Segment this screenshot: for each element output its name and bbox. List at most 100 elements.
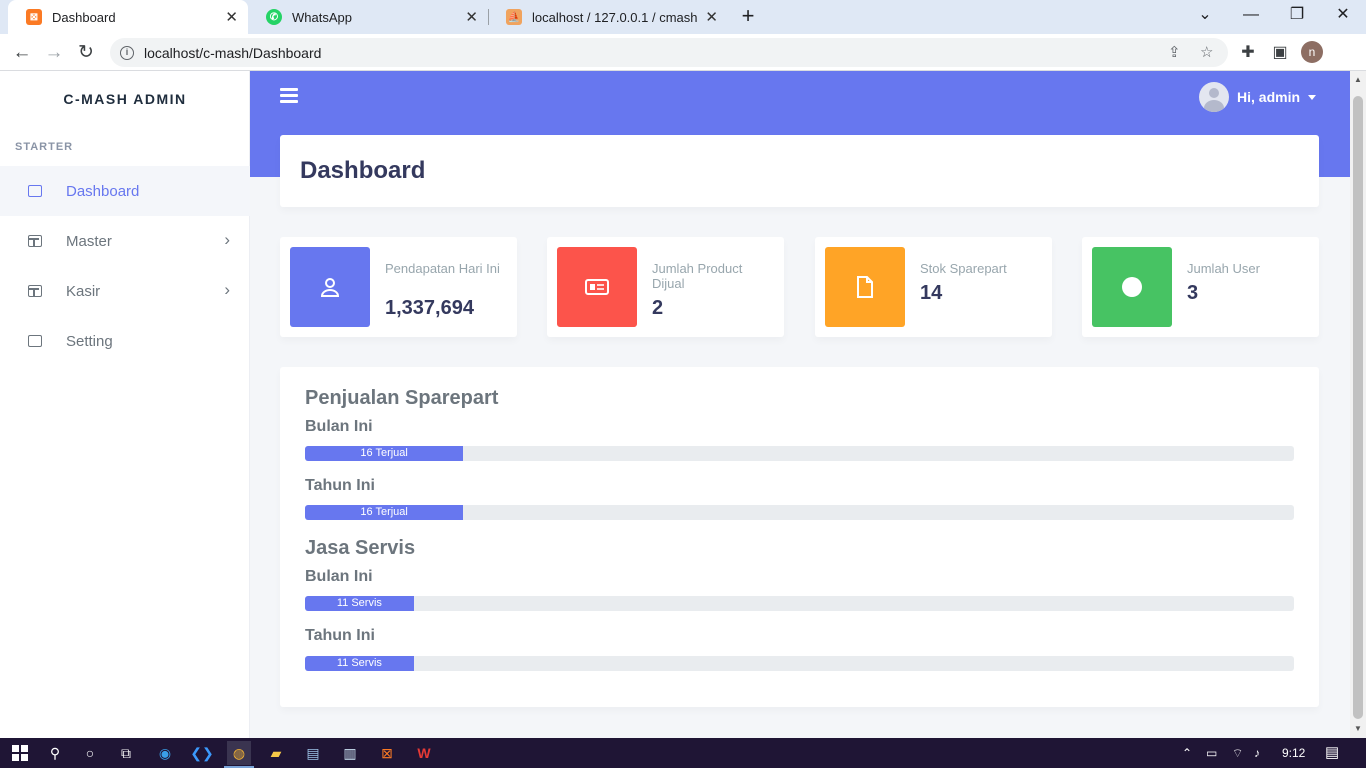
chevron-right-icon: ›: [224, 230, 230, 249]
file-explorer-icon[interactable]: ▰: [264, 741, 288, 765]
progress-bar: 11 Servis: [305, 596, 1294, 611]
sidebar: C-MASH ADMIN STARTER Dashboard Master › …: [0, 71, 250, 738]
tab-title: WhatsApp: [292, 9, 352, 25]
tab-whatsapp[interactable]: ✆ WhatsApp ✕: [248, 0, 488, 34]
stat-card-stok: Stok Sparepart 14: [815, 237, 1052, 337]
stat-icon-box: [290, 247, 370, 327]
tab-search-icon[interactable]: ⌄: [1182, 0, 1228, 34]
sidebar-item-label: Dashboard: [66, 182, 140, 200]
site-info-icon[interactable]: i: [120, 45, 134, 60]
url-text: localhost/c-mash/Dashboard: [144, 44, 322, 61]
forward-button[interactable]: →: [41, 40, 67, 66]
section-title: Jasa Servis: [305, 537, 416, 559]
period-label: Bulan Ini: [305, 568, 373, 585]
user-dropdown[interactable]: Hi, admin: [1199, 82, 1317, 112]
image-viewer-icon[interactable]: ▤: [301, 741, 325, 765]
stat-icon-box: [557, 247, 637, 327]
sales-card: Penjualan Sparepart Bulan Ini 16 Terjual…: [280, 367, 1319, 707]
cortana-icon[interactable]: ○: [78, 741, 102, 765]
browser-toolbar: ← → ↻ i localhost/c-mash/Dashboard ⇪ ☆ ✚…: [0, 34, 1366, 71]
chrome-icon[interactable]: ◍: [227, 741, 251, 765]
progress-fill: 11 Servis: [305, 656, 414, 671]
address-bar[interactable]: i localhost/c-mash/Dashboard ⇪ ☆: [110, 38, 1228, 67]
user-greeting: Hi, admin: [1237, 89, 1301, 105]
progress-fill: 16 Terjual: [305, 505, 464, 520]
reload-button[interactable]: ↻: [73, 40, 99, 66]
stat-icon-box: [825, 247, 905, 327]
back-button[interactable]: ←: [9, 40, 35, 66]
progress-bar: 16 Terjual: [305, 446, 1294, 461]
search-icon[interactable]: ⚲: [43, 741, 67, 765]
user-icon: [320, 278, 340, 297]
profile-avatar[interactable]: n: [1301, 41, 1323, 63]
scroll-up-icon[interactable]: ▲: [1350, 75, 1366, 84]
square-icon: [28, 185, 42, 197]
volume-icon[interactable]: ♪: [1254, 738, 1260, 768]
scroll-down-icon[interactable]: ▼: [1350, 724, 1366, 733]
brand-title[interactable]: C-MASH ADMIN: [0, 91, 250, 107]
browser-tab-bar: ⊠ Dashboard ✕ ✆ WhatsApp ✕ ⛵ localhost /…: [0, 0, 1366, 34]
page-title: Dashboard: [300, 157, 426, 184]
file-icon: [857, 276, 873, 298]
stat-value: 14: [920, 282, 943, 304]
minimize-button[interactable]: —: [1228, 0, 1274, 34]
stat-label: Jumlah User: [1187, 261, 1260, 276]
chevron-up-icon[interactable]: ⌃: [1182, 738, 1192, 768]
period-label: Tahun Ini: [305, 477, 375, 494]
bookmark-star-icon[interactable]: ☆: [1200, 38, 1213, 67]
close-window-button[interactable]: ✕: [1320, 0, 1366, 34]
sidebar-item-kasir[interactable]: Kasir ›: [0, 266, 250, 316]
phpmyadmin-icon: ⛵: [506, 9, 522, 25]
progress-fill: 16 Terjual: [305, 446, 464, 461]
xampp-icon[interactable]: ⊠: [375, 741, 399, 765]
tab-title: Dashboard: [52, 9, 116, 25]
menu-toggle-icon[interactable]: [280, 88, 298, 106]
tab-phpmyadmin[interactable]: ⛵ localhost / 127.0.0.1 / cmash_db ✕: [488, 0, 728, 34]
stat-card-product: Jumlah Product Dijual 2: [547, 237, 784, 337]
tab-dashboard[interactable]: ⊠ Dashboard ✕: [8, 0, 248, 34]
stat-value: 2: [652, 297, 664, 319]
close-icon[interactable]: ✕: [465, 8, 478, 26]
battery-icon[interactable]: ▭: [1206, 738, 1217, 768]
new-tab-button[interactable]: +: [736, 4, 760, 28]
columns-icon: [28, 285, 42, 297]
close-icon[interactable]: ✕: [705, 8, 718, 26]
windows-taskbar: ⚲ ○ ⧉ ◉ ❮❯ ◍ ▰ ▤ ▥ ⊠ W ⌃ ▭ ⌔ ♪ 9:12 ▤: [0, 738, 1366, 768]
caret-down-icon: [1308, 94, 1317, 100]
notepad-icon[interactable]: ▥: [338, 741, 362, 765]
sidebar-item-setting[interactable]: Setting: [0, 316, 250, 366]
restore-button[interactable]: ❐: [1274, 0, 1320, 34]
share-icon[interactable]: ⇪: [1168, 38, 1181, 67]
scrollbar-thumb[interactable]: [1353, 96, 1363, 719]
sidebar-item-label: Kasir: [66, 282, 101, 300]
sidebar-item-dashboard[interactable]: Dashboard: [0, 166, 250, 216]
vscode-icon[interactable]: ❮❯: [190, 741, 214, 765]
stat-icon-box: [1092, 247, 1172, 327]
wps-office-icon[interactable]: W: [412, 741, 436, 765]
sidebar-item-master[interactable]: Master ›: [0, 216, 250, 266]
tab-title: localhost / 127.0.0.1 / cmash_db: [532, 9, 698, 25]
circle-icon: [1122, 277, 1142, 297]
edge-icon[interactable]: ◉: [153, 741, 177, 765]
square-icon: [28, 335, 42, 347]
clock[interactable]: 9:12: [1282, 738, 1305, 768]
progress-fill: 11 Servis: [305, 596, 414, 611]
app-root: C-MASH ADMIN STARTER Dashboard Master › …: [0, 71, 1366, 738]
task-view-icon[interactable]: ⧉: [114, 741, 138, 765]
stat-value: 3: [1187, 282, 1199, 304]
page-scrollbar[interactable]: ▲ ▼: [1350, 71, 1366, 738]
stat-label: Jumlah Product Dijual: [652, 261, 743, 291]
wifi-icon[interactable]: ⌔: [1232, 738, 1243, 768]
stat-label: Stok Sparepart: [920, 261, 1007, 276]
newspaper-icon: [585, 279, 609, 295]
extensions-icon[interactable]: ✚: [1235, 40, 1261, 66]
chevron-right-icon: ›: [224, 280, 230, 299]
close-icon[interactable]: ✕: [225, 8, 238, 26]
menu-header: STARTER: [15, 141, 74, 153]
side-panel-icon[interactable]: ▣: [1267, 40, 1293, 66]
notification-icon[interactable]: ▤: [1325, 738, 1339, 768]
stat-value: 1,337,694: [385, 297, 474, 319]
section-title: Penjualan Sparepart: [305, 387, 499, 409]
page-header: Dashboard: [280, 135, 1319, 207]
windows-start-icon[interactable]: [8, 741, 32, 765]
